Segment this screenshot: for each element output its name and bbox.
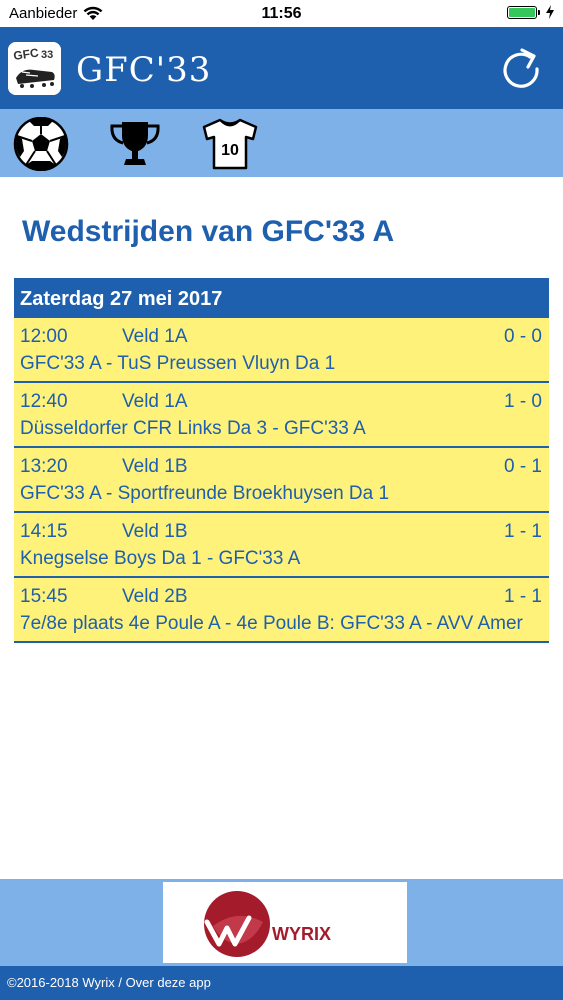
jersey-icon: 10 — [202, 118, 258, 170]
refresh-icon[interactable] — [500, 45, 542, 91]
club-logo-icon[interactable]: GFC 33 — [8, 42, 61, 95]
match-score: 1 - 0 — [503, 391, 542, 412]
match-score: 0 - 1 — [503, 456, 542, 477]
match-time: 12:00 — [20, 326, 68, 347]
match-schedule: Zaterdag 27 mei 2017 12:00 Veld 1A 0 - 0… — [14, 278, 549, 643]
soccer-ball-icon — [13, 116, 69, 172]
tab-matches[interactable] — [12, 116, 70, 172]
tab-teams[interactable]: 10 — [201, 117, 259, 171]
match-field: Veld 1A — [122, 391, 188, 412]
match-field: Veld 1B — [122, 521, 188, 542]
trophy-icon — [110, 122, 160, 165]
match-score: 0 - 0 — [503, 326, 542, 347]
footer-link[interactable]: ©2016-2018 Wyrix / Over deze app — [0, 966, 563, 1000]
match-teams: Knegselse Boys Da 1 - GFC'33 A — [20, 548, 301, 569]
match-field: Veld 2B — [122, 586, 188, 607]
match-score: 1 - 1 — [503, 521, 542, 542]
match-time: 14:15 — [20, 521, 68, 542]
svg-text:33: 33 — [41, 49, 53, 61]
match-row[interactable]: 12:40 Veld 1A 1 - 0 Düsseldorfer CFR Lin… — [14, 383, 549, 448]
match-row[interactable]: 12:00 Veld 1A 0 - 0 GFC'33 A - TuS Preus… — [14, 318, 549, 383]
match-time: 13:20 — [20, 456, 68, 477]
app-title: GFC'33 — [76, 50, 212, 90]
match-teams: Düsseldorfer CFR Links Da 3 - GFC'33 A — [20, 418, 366, 439]
match-teams: GFC'33 A - Sportfreunde Broekhuysen Da 1 — [20, 483, 390, 504]
match-time: 12:40 — [20, 391, 68, 412]
status-bar: Aanbieder 11:56 — [0, 0, 563, 27]
match-field: Veld 1A — [122, 326, 188, 347]
ad-banner: WYRIX — [0, 879, 563, 966]
match-row[interactable]: 15:45 Veld 2B 1 - 1 7e/8e plaats 4e Poul… — [14, 578, 549, 643]
match-field: Veld 1B — [122, 456, 188, 477]
match-time: 15:45 — [20, 586, 68, 607]
match-row[interactable]: 14:15 Veld 1B 1 - 1 Knegselse Boys Da 1 … — [14, 513, 549, 578]
match-teams: 7e/8e plaats 4e Poule A - 4e Poule B: GF… — [20, 613, 523, 634]
date-header: Zaterdag 27 mei 2017 — [14, 278, 549, 318]
page-title: Wedstrijden van GFC'33 A — [22, 215, 395, 248]
clock: 11:56 — [261, 5, 302, 22]
match-teams: GFC'33 A - TuS Preussen Vluyn Da 1 — [20, 353, 336, 374]
tab-standings[interactable] — [106, 117, 164, 171]
section-tabs: 10 — [0, 109, 563, 177]
app-header: GFC 33 GFC'33 — [0, 27, 563, 109]
jersey-number: 10 — [221, 142, 239, 159]
match-row[interactable]: 13:20 Veld 1B 0 - 1 GFC'33 A - Sportfreu… — [14, 448, 549, 513]
charging-bolt-icon — [546, 5, 554, 19]
status-icons — [507, 5, 555, 19]
match-score: 1 - 1 — [503, 586, 542, 607]
wyrix-brand-text: WYRIX — [272, 924, 331, 944]
wyrix-logo-icon: WYRIX — [204, 891, 331, 957]
wyrix-banner[interactable]: WYRIX — [163, 882, 407, 963]
battery-icon — [507, 5, 540, 19]
